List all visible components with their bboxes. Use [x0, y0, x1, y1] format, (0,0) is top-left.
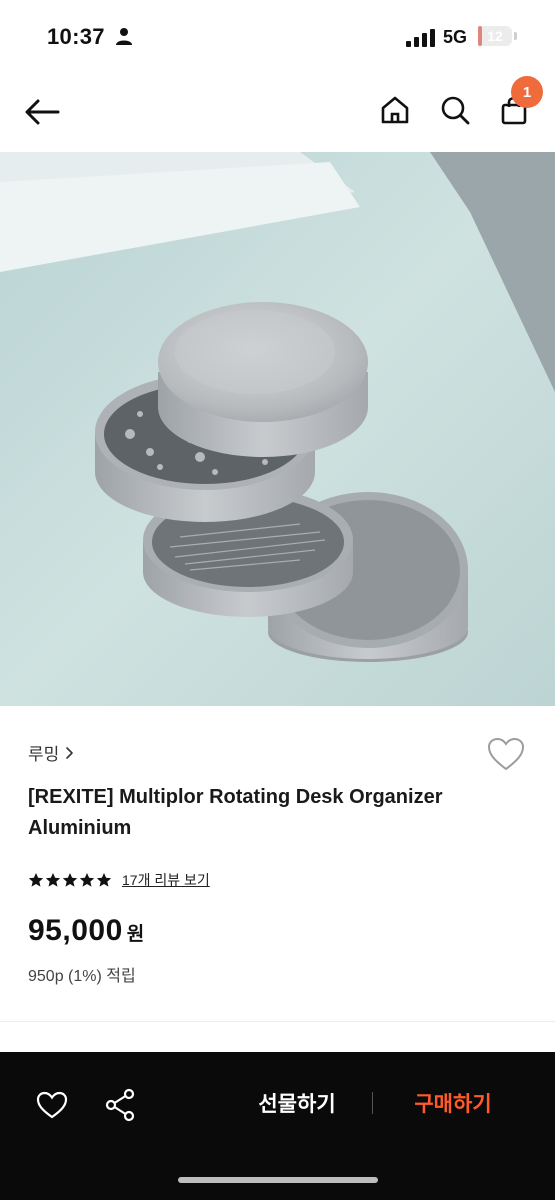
- heart-icon: [36, 1091, 68, 1119]
- network-label: 5G: [443, 27, 468, 47]
- share-icon: [105, 1088, 135, 1122]
- star-icon: [45, 873, 61, 887]
- home-icon: [381, 96, 409, 124]
- rating-row: 17개 리뷰 보기: [28, 870, 210, 890]
- home-button[interactable]: [375, 90, 415, 130]
- price: 95,000: [28, 914, 123, 947]
- signal-icon: [406, 29, 435, 47]
- chevron-right-icon: [66, 746, 74, 759]
- search-icon: [441, 96, 470, 125]
- brand-link[interactable]: 루밍: [28, 740, 74, 765]
- wishlist-button[interactable]: [33, 1086, 71, 1124]
- product-title: [REXITE] Multiplor Rotating Desk Organiz…: [28, 786, 443, 839]
- search-button[interactable]: [435, 90, 475, 130]
- rating-stars: [28, 872, 112, 888]
- star-icon: [62, 873, 78, 887]
- battery-cap: [514, 32, 517, 40]
- top-navigation: [0, 72, 555, 152]
- currency-label: 원: [126, 924, 145, 945]
- back-button[interactable]: [22, 92, 62, 132]
- product-photo: [0, 152, 555, 706]
- divider: [0, 1021, 555, 1022]
- cart-count-badge: 1: [511, 76, 543, 108]
- share-button[interactable]: [101, 1085, 139, 1125]
- star-icon: [28, 873, 44, 887]
- status-bar: 10:37 5G 12: [0, 0, 555, 72]
- buy-button[interactable]: 구매하기: [388, 1080, 518, 1126]
- star-icon: [96, 873, 112, 887]
- reward-points: 950p (1%) 적립: [28, 968, 136, 985]
- star-icon: [79, 873, 95, 887]
- review-link[interactable]: 17개 리뷰 보기: [122, 870, 210, 890]
- brand-name: 루밍: [28, 745, 60, 764]
- bottom-action-bar: 선물하기 구매하기: [0, 1052, 555, 1200]
- battery-indicator: 12: [478, 26, 512, 46]
- home-indicator: [178, 1177, 378, 1183]
- status-time: 10:37: [47, 24, 105, 49]
- back-arrow-icon: [25, 99, 60, 125]
- heart-icon[interactable]: [486, 736, 526, 772]
- product-image[interactable]: [0, 152, 555, 706]
- price-row: 95,000 원: [28, 914, 144, 948]
- gift-button[interactable]: 선물하기: [232, 1080, 362, 1126]
- battery-percent: 12: [487, 28, 503, 44]
- person-icon: [116, 28, 132, 45]
- button-separator: [372, 1092, 373, 1114]
